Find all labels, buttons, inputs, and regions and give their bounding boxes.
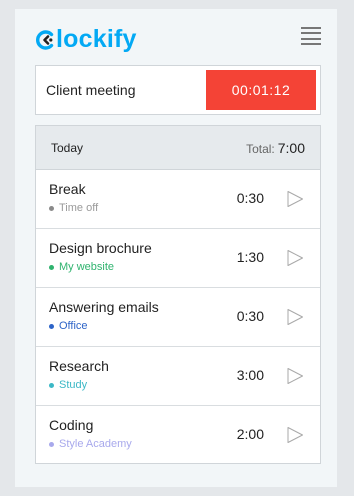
project-dot [49,205,54,211]
entry-title: Design brochure [49,240,152,256]
time-entry-row[interactable]: Answering emails Office 0:30 [36,288,320,347]
entry-title: Research [49,358,109,374]
project-label: My website [59,261,115,273]
time-entry-row[interactable]: Break Time off 0:30 [36,170,320,229]
entry-duration: 2:00 [236,426,264,442]
project-dot [49,382,54,388]
entry-project: My website [49,261,114,273]
stop-timer-button[interactable]: 00:01:12 [206,70,316,110]
project-label: Time off [59,202,99,214]
day-label: Today [51,140,84,155]
app-logo[interactable]: lockify [35,27,137,52]
entry-duration: 0:30 [236,190,264,206]
entry-duration: 3:00 [236,367,264,383]
entry-project: Study [49,379,87,391]
project-dot [49,323,54,329]
play-icon[interactable] [286,249,304,267]
entry-project: Time off [49,202,98,214]
play-icon[interactable] [286,190,304,208]
total-label: Total: [246,141,275,156]
project-label: Style Academy [59,438,132,450]
entry-title: Answering emails [49,299,159,315]
entry-project: Office [49,320,88,332]
project-label: Study [59,379,88,391]
hamburger-icon[interactable] [301,27,321,45]
time-entry-row[interactable]: Coding Style Academy 2:00 [36,406,320,464]
entry-duration: 1:30 [236,249,264,265]
total-block: Total: 7:00 [246,140,305,156]
play-icon[interactable] [286,308,304,326]
timer-description[interactable]: Client meeting [46,66,136,114]
app-name: lockify [56,25,137,53]
entry-project: Style Academy [49,438,132,450]
time-entry-row[interactable]: Design brochure My website 1:30 [36,229,320,288]
project-label: Office [59,320,88,332]
list-header: Today Total: 7:00 [36,126,320,170]
total-value: 7:00 [277,139,305,156]
project-dot [49,264,54,270]
time-entry-list: Today Total: 7:00 Break Time off 0:30 Des… [35,125,321,464]
project-dot [49,441,54,447]
timer-bar: Client meeting 00:01:12 [35,65,321,115]
entry-title: Coding [49,417,94,433]
play-icon[interactable] [286,426,304,444]
app-frame: lockify Client meeting 00:01:12 Today To… [15,9,337,487]
play-icon[interactable] [286,367,304,385]
clockify-logo-icon [36,29,54,50]
entry-duration: 0:30 [236,308,264,324]
entry-title: Break [49,181,86,197]
time-entry-row[interactable]: Research Study 3:00 [36,347,320,406]
